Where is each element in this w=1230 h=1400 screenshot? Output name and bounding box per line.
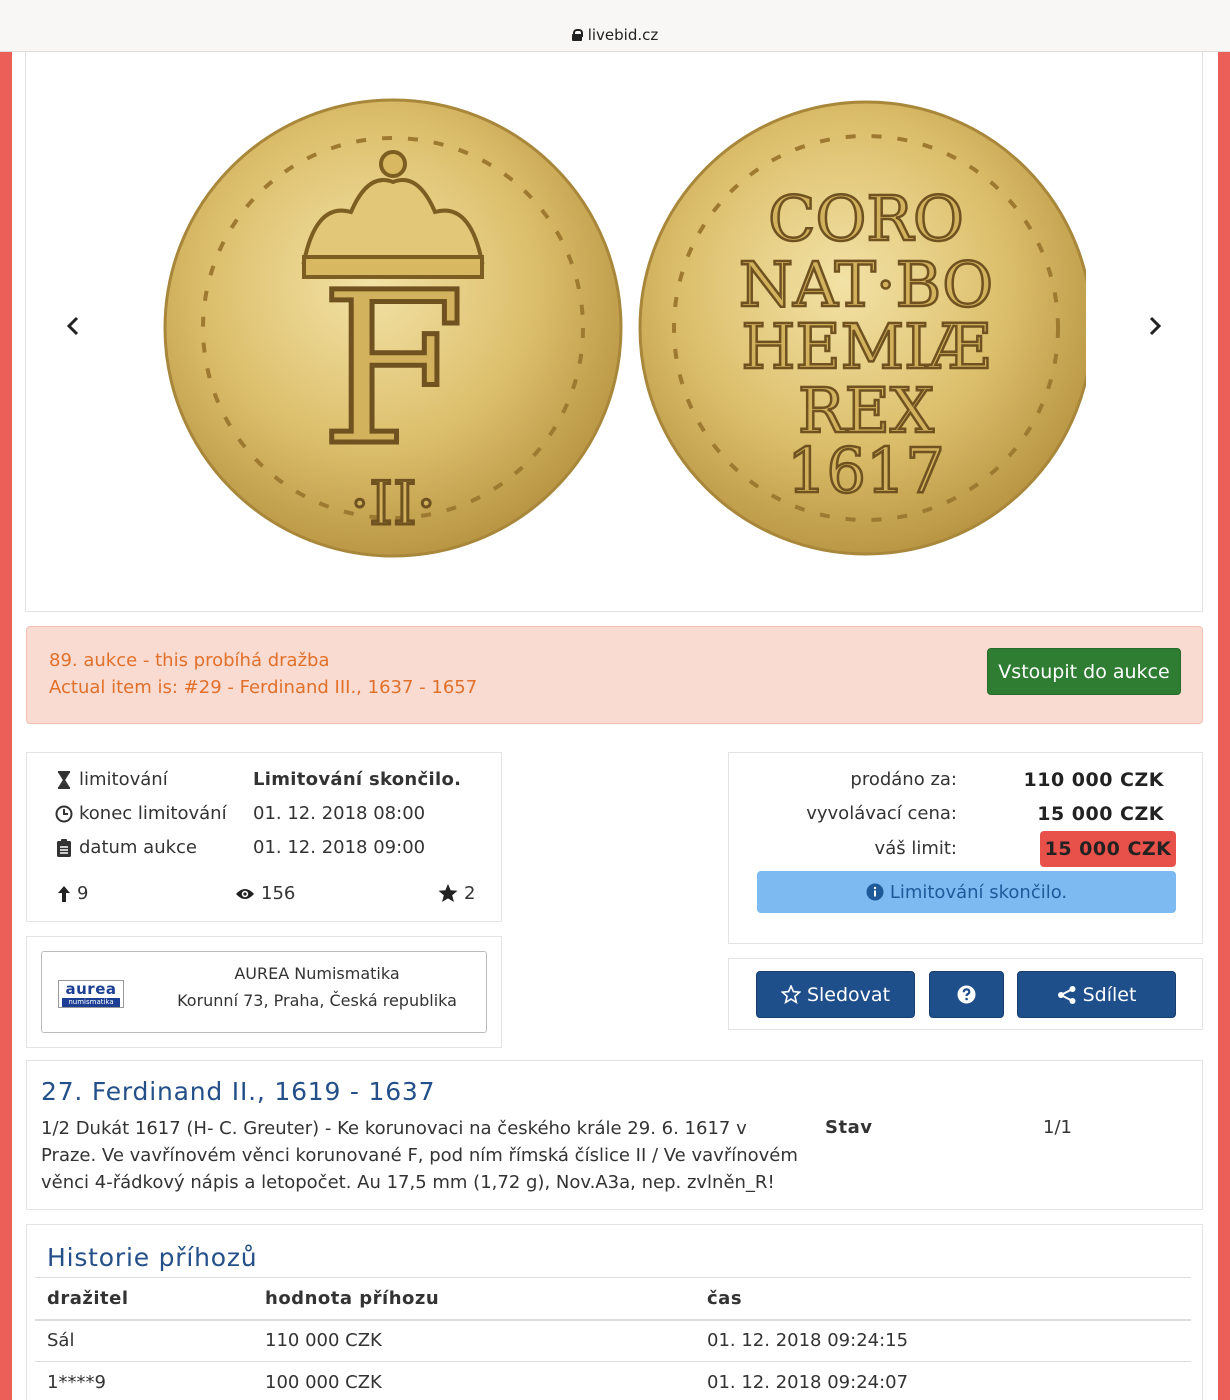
seller-logo-top: aurea [65, 980, 117, 998]
info-row-date: datum aukce [55, 837, 197, 858]
chevron-right-icon[interactable] [1142, 314, 1166, 338]
follow-label: Sledovat [806, 983, 891, 1006]
time-cell: 01. 12. 2018 09:24:15 [695, 1319, 1191, 1362]
hourglass-icon [55, 770, 73, 790]
coin-line-3: HEMIÆ [741, 310, 990, 383]
coin-line-1: CORO [768, 182, 964, 255]
table-row: Sál 110 000 CZK 01. 12. 2018 09:24:15 [35, 1319, 1191, 1362]
bidder-cell: Sál [35, 1319, 253, 1362]
share-label: Sdílet [1082, 983, 1137, 1006]
share-icon [1057, 985, 1077, 1005]
star-count: 2 [438, 883, 475, 904]
alert-auction-line: 89. aukce - this probíhá dražba [49, 650, 330, 671]
limit-info-panel: limitování Limitování skončilo. konec li… [26, 752, 502, 922]
follow-button[interactable]: Sledovat [756, 971, 915, 1018]
alert-actual-item-line: Actual item is: #29 - Ferdinand III., 16… [49, 677, 478, 698]
coin-line-5: 1617 [787, 434, 945, 507]
view-count: 156 [235, 883, 295, 904]
item-title: 27. Ferdinand II., 1619 - 1637 [41, 1077, 436, 1106]
condition-label: Stav [825, 1117, 873, 1138]
url-domain: livebid.cz [587, 26, 659, 44]
price-panel: prodáno za: 110 000 CZK vyvolávací cena:… [728, 752, 1203, 944]
bidder-cell: 1****9 [35, 1361, 253, 1400]
table-row: 1****9 100 000 CZK 01. 12. 2018 09:24:07 [35, 1361, 1191, 1400]
info-row-limit: limitování [55, 769, 168, 790]
info-circle-icon [866, 883, 884, 901]
coin-obverse: F ·II· [163, 98, 623, 558]
seller-logo: aurea numismatika [58, 980, 124, 1008]
info-value-limit: Limitování skončilo. [253, 769, 462, 790]
item-description-panel: 27. Ferdinand II., 1619 - 1637 1/2 Dukát… [26, 1060, 1203, 1210]
view-count-value: 156 [261, 883, 296, 904]
bid-history-table: dražitel hodnota příhozu čas Sál 110 000… [35, 1277, 1191, 1400]
column-header-bidder: dražitel [35, 1277, 253, 1321]
bid-count-value: 9 [77, 883, 89, 904]
eye-icon [235, 887, 255, 901]
your-limit-badge: 15 000 CZK [1040, 831, 1176, 867]
page-content: F ·II· CORO NAT·BO HEMIÆ REX 1617 89. au… [12, 52, 1218, 1400]
enter-auction-button[interactable]: Vstoupit do aukce [987, 648, 1181, 695]
limit-status-text: Limitování skončilo. [889, 881, 1068, 903]
seller-logo-bottom: numismatika [62, 998, 120, 1007]
seller-panel: aurea numismatika AUREA Numismatika Koru… [26, 936, 502, 1048]
info-label-end: konec limitování [79, 803, 227, 824]
limit-status-alert: Limitování skončilo. [757, 871, 1176, 913]
coin-reverse: CORO NAT·BO HEMIÆ REX 1617 [638, 100, 1086, 556]
question-circle-icon [957, 985, 976, 1004]
lock-icon [571, 29, 583, 41]
table-header-row: dražitel hodnota příhozu čas [35, 1277, 1191, 1321]
sold-label: prodáno za: [850, 769, 957, 790]
info-row-end: konec limitování [55, 803, 227, 824]
info-value-date: 01. 12. 2018 09:00 [253, 837, 426, 858]
action-panel: Sledovat Sdílet [728, 958, 1203, 1030]
info-value-end: 01. 12. 2018 08:00 [253, 803, 426, 824]
clipboard-icon [55, 838, 73, 858]
condition-value: 1/1 [1043, 1117, 1072, 1138]
start-price-value: 15 000 CZK [1037, 803, 1164, 825]
chevron-left-icon[interactable] [62, 314, 86, 338]
coin-letter: F [320, 247, 466, 492]
info-label-date: datum aukce [79, 837, 198, 858]
clock-icon [55, 804, 73, 824]
coin-numeral: ·II· [350, 469, 436, 539]
url-text[interactable]: livebid.cz [0, 26, 1230, 44]
star-icon [438, 884, 458, 903]
seller-name: AUREA Numismatika [234, 964, 400, 983]
your-limit-label: váš limit: [874, 838, 957, 859]
amount-cell: 110 000 CZK [253, 1319, 695, 1362]
bid-history-title: Historie příhozů [47, 1243, 258, 1272]
bid-count: 9 [57, 883, 88, 904]
seller-card[interactable]: aurea numismatika AUREA Numismatika Koru… [41, 951, 487, 1033]
arrow-up-icon [57, 885, 71, 903]
sold-value: 110 000 CZK [1023, 769, 1164, 791]
browser-url-bar[interactable]: livebid.cz [0, 0, 1230, 52]
star-outline-icon [780, 985, 801, 1004]
start-price-label: vyvolávací cena: [806, 803, 957, 824]
bid-history-panel: Historie příhozů dražitel hodnota příhoz… [26, 1224, 1203, 1400]
image-gallery: F ·II· CORO NAT·BO HEMIÆ REX 1617 [25, 52, 1203, 612]
item-description: 1/2 Dukát 1617 (H- C. Greuter) - Ke koru… [41, 1118, 798, 1193]
column-header-amount: hodnota příhozu [253, 1277, 695, 1321]
column-header-time: čas [695, 1277, 1191, 1321]
info-label-limit: limitování [79, 769, 168, 790]
coin-photos: F ·II· CORO NAT·BO HEMIÆ REX 1617 [163, 98, 1086, 558]
amount-cell: 100 000 CZK [253, 1361, 695, 1400]
star-count-value: 2 [464, 883, 476, 904]
time-cell: 01. 12. 2018 09:24:07 [695, 1361, 1191, 1400]
seller-address: Korunní 73, Praha, Česká republika [177, 991, 457, 1010]
share-button[interactable]: Sdílet [1017, 971, 1176, 1018]
help-button[interactable] [929, 971, 1004, 1018]
live-auction-alert: 89. aukce - this probíhá dražba Actual i… [26, 626, 1203, 724]
